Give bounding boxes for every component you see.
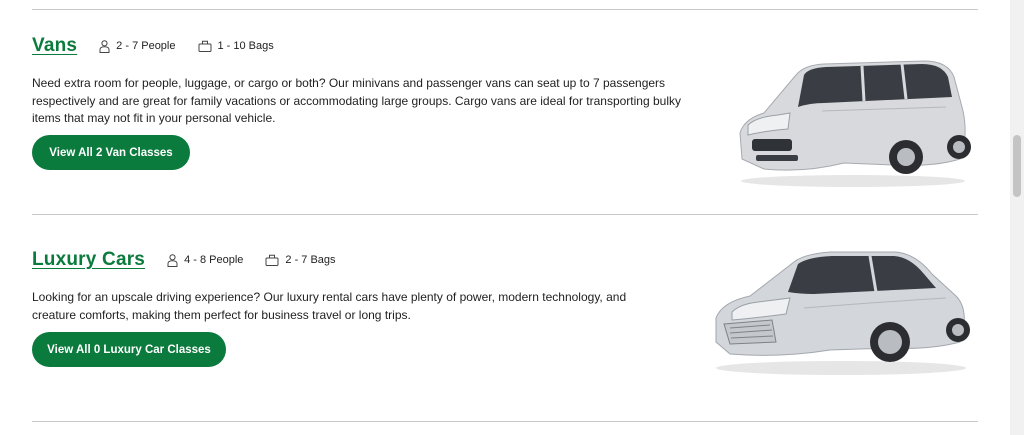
bag-icon (265, 254, 279, 266)
scrollbar-thumb[interactable] (1013, 135, 1021, 197)
vans-header: Vans 2 - 7 People 1 - 10 Bags (32, 35, 978, 57)
description-line: creature comforts, making them perfect f… (32, 307, 411, 322)
view-all-vans-button[interactable]: View All 2 Van Classes (32, 135, 190, 170)
vehicle-class-list: Vans 2 - 7 People 1 - 10 Bags Need extra… (32, 0, 978, 435)
bag-icon (198, 40, 211, 52)
vans-description: Need extra room for people, luggage, or … (32, 75, 692, 128)
divider (32, 214, 978, 215)
luxury-cars-title-link[interactable]: Luxury Cars (32, 249, 145, 271)
bag-capacity: 1 - 10 Bags (198, 40, 274, 52)
divider (32, 9, 978, 10)
divider (32, 421, 978, 422)
van-image (739, 60, 971, 187)
bag-capacity-text: 2 - 7 Bags (285, 254, 336, 266)
description-line: Looking for an upscale driving experienc… (32, 290, 627, 304)
people-capacity-text: 2 - 7 People (116, 40, 176, 52)
description-line: items that may not fit in your personal … (32, 111, 276, 125)
luxury-car-image (715, 251, 970, 375)
person-icon (99, 39, 110, 53)
page-scrollbar[interactable] (1010, 0, 1024, 435)
people-capacity: 2 - 7 People (99, 39, 176, 53)
bag-capacity: 2 - 7 Bags (265, 254, 336, 266)
bag-capacity-text: 1 - 10 Bags (217, 40, 274, 52)
description-line: Need extra room for people, luggage, or … (32, 76, 666, 90)
view-all-luxury-cars-button[interactable]: View All 0 Luxury Car Classes (32, 332, 226, 367)
people-capacity-text: 4 - 8 People (184, 254, 244, 266)
description-line: respectively and are great for family va… (32, 93, 681, 108)
person-icon (167, 253, 178, 267)
vans-title-link[interactable]: Vans (32, 35, 77, 57)
people-capacity: 4 - 8 People (167, 253, 244, 267)
luxury-cars-description: Looking for an upscale driving experienc… (32, 289, 692, 324)
